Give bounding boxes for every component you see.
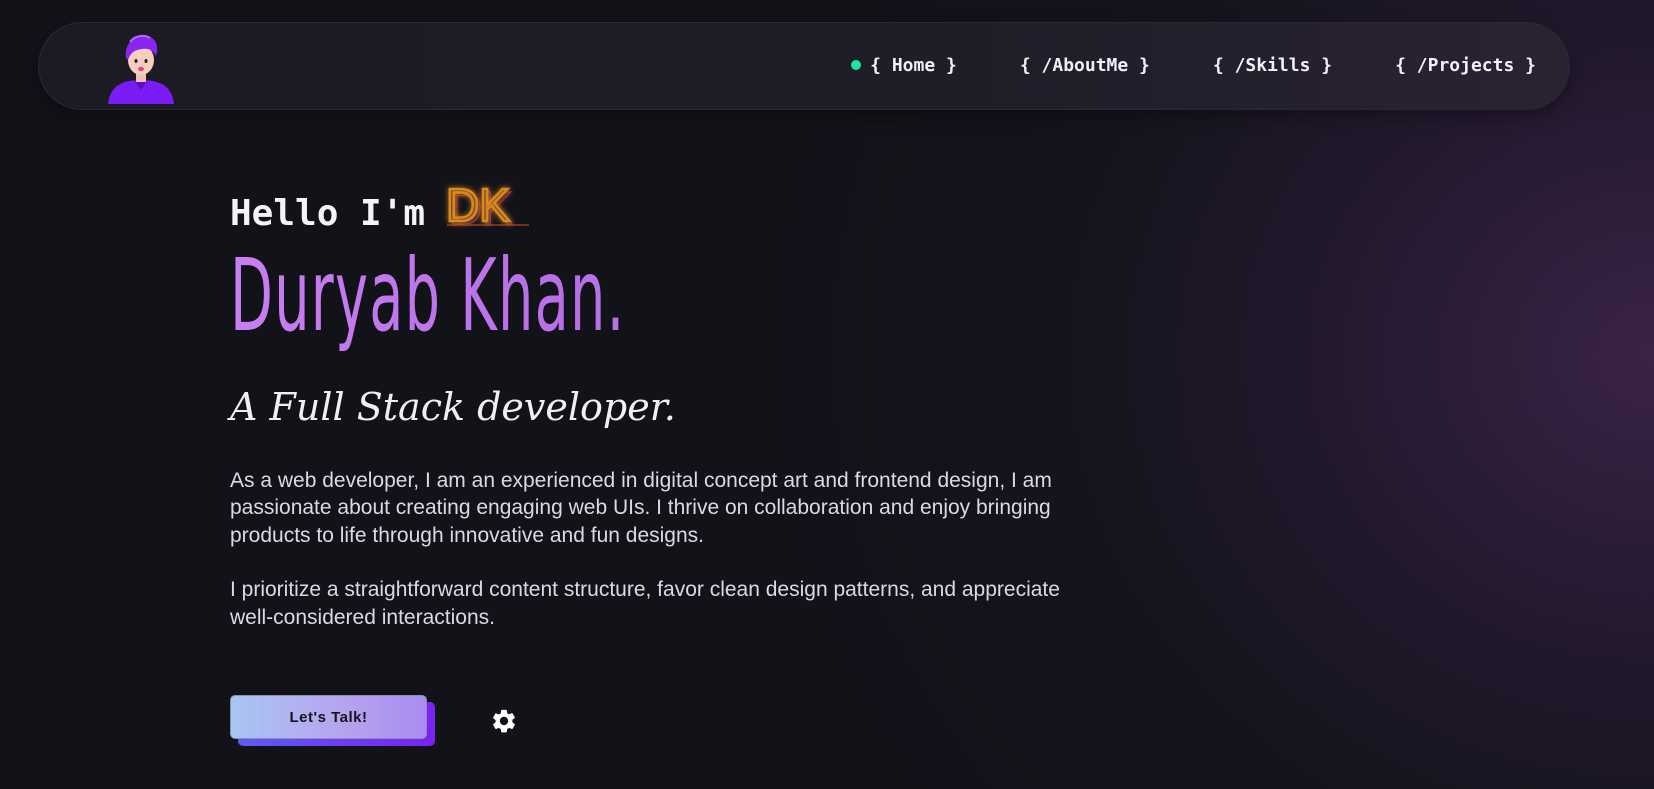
nav-item-home[interactable]: { Home } [851, 55, 957, 76]
developer-name: Duryab Khan. [230, 241, 912, 351]
nav-item-label: { /AboutMe } [1019, 54, 1150, 76]
greeting-text: Hello I'm [230, 193, 426, 234]
lets-talk-button-wrap: Let's Talk! [230, 695, 435, 746]
tagline: A Full Stack developer. [230, 385, 676, 429]
dk-logo: DK DK [445, 178, 530, 235]
hero-section: Hello I'm DK DK Duryab Khan. A Full Stac… [230, 175, 1110, 658]
nav-links: { Home } { /AboutMe } { /Skills } { /Pro… [851, 50, 1536, 80]
nav-item-label: { Home } [870, 54, 957, 76]
nav-item-label: { /Skills } [1212, 54, 1333, 76]
nav-item-projects[interactable]: { /Projects } [1395, 55, 1536, 76]
nav-item-label: { /Projects } [1395, 54, 1536, 76]
greeting-row: Hello I'm DK DK [230, 175, 1110, 235]
bio-paragraph: As a web developer, I am an experienced … [230, 468, 1052, 547]
lets-talk-button[interactable]: Let's Talk! [230, 695, 427, 739]
nav-item-skills[interactable]: { /Skills } [1213, 55, 1332, 76]
cta-row: Let's Talk! [230, 695, 518, 746]
developer-avatar-icon[interactable] [104, 30, 178, 104]
bio-paragraph: I prioritize a straightforward content s… [230, 578, 1060, 629]
bio: As a web developer, I am an experienced … [230, 467, 1090, 632]
logo-text: DK [446, 179, 510, 231]
active-indicator-dot [851, 60, 862, 70]
nav-item-aboutme[interactable]: { /AboutMe } [1020, 55, 1150, 76]
gear-icon[interactable] [490, 707, 518, 735]
